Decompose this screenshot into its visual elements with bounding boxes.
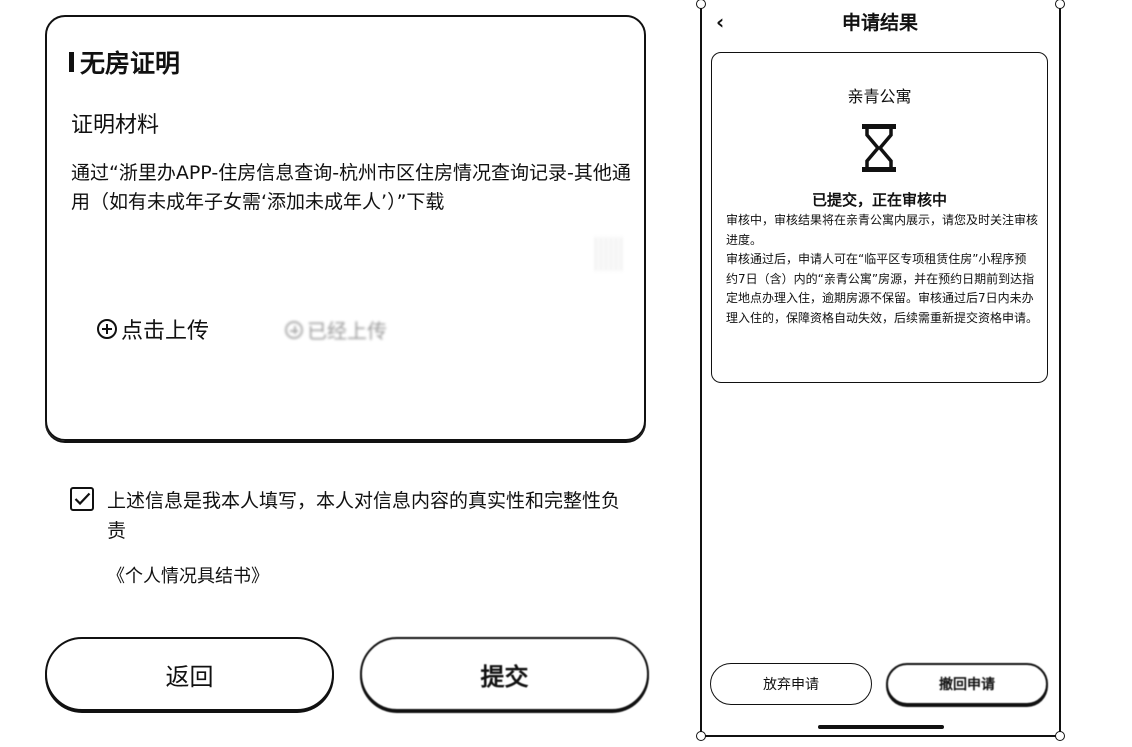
- declaration-link[interactable]: 《个人情况具结书》: [107, 562, 269, 588]
- phone-frame-left: [700, 4, 702, 737]
- resize-handle-top-left[interactable]: [696, 0, 706, 9]
- phone-page-title: 申请结果: [841, 12, 918, 34]
- upload-label: 点击上传: [121, 319, 210, 344]
- review-note: 审核中，审核结果将在亲青公寓内展示，请您及时关注审核进度。: [726, 213, 1039, 247]
- submit-button[interactable]: 提交: [360, 637, 649, 711]
- review-note: 审核通过后，申请人可在“临平区专项租赁住房”小程序预约7日（含）内的“亲青公寓”…: [726, 252, 1039, 325]
- apartment-name: 亲青公寓: [847, 87, 912, 106]
- check-icon: [74, 492, 91, 506]
- uploaded-indicator: 已经上传: [285, 315, 387, 344]
- home-indicator: [818, 725, 944, 729]
- phone-frame-right: [1059, 4, 1061, 737]
- result-card: 亲青公寓 已提交，正在审核中 审核中，审核结果将在亲青公寓内展示，请您及时关注审…: [711, 52, 1048, 383]
- plus-circle-icon: [97, 319, 117, 339]
- blurred-thumbnail: [595, 237, 625, 271]
- card-title: 无房证明: [69, 44, 180, 80]
- status-text: 已提交，正在审核中: [811, 191, 947, 209]
- resize-handle-bottom-right[interactable]: [1055, 731, 1065, 741]
- card-title-text: 无房证明: [80, 49, 181, 78]
- proof-card: 无房证明 证明材料 通过“浙里办APP-住房信息查询-杭州市区住房情况查询记录-…: [45, 15, 646, 441]
- upload-button[interactable]: 点击上传: [97, 313, 209, 345]
- title-accent-bar: [69, 52, 74, 72]
- material-description: 通过“浙里办APP-住房信息查询-杭州市区住房情况查询记录-其他通用（如有未成年…: [71, 162, 631, 213]
- withdraw-application-button[interactable]: 撤回申请: [886, 663, 1048, 705]
- hourglass-icon: [862, 124, 896, 172]
- resize-handle-top-right[interactable]: [1055, 0, 1065, 9]
- uploaded-label: 已经上传: [307, 319, 387, 343]
- material-label: 证明材料: [71, 113, 160, 138]
- review-notes: 审核中，审核结果将在亲青公寓内展示，请您及时关注审核进度。 审核通过后，申请人可…: [726, 211, 1038, 328]
- back-button[interactable]: 返回: [45, 637, 334, 711]
- chevron-left-icon[interactable]: ‹: [716, 10, 724, 34]
- plus-circle-icon: [285, 320, 303, 339]
- agreement-text: 上述信息是我本人填写，本人对信息内容的真实性和完整性负责: [107, 490, 621, 542]
- resize-handle-bottom-left[interactable]: [696, 731, 706, 741]
- agreement-checkbox[interactable]: [70, 487, 94, 511]
- abandon-application-button[interactable]: 放弃申请: [710, 663, 872, 705]
- phone-frame-bottom: [700, 735, 1061, 737]
